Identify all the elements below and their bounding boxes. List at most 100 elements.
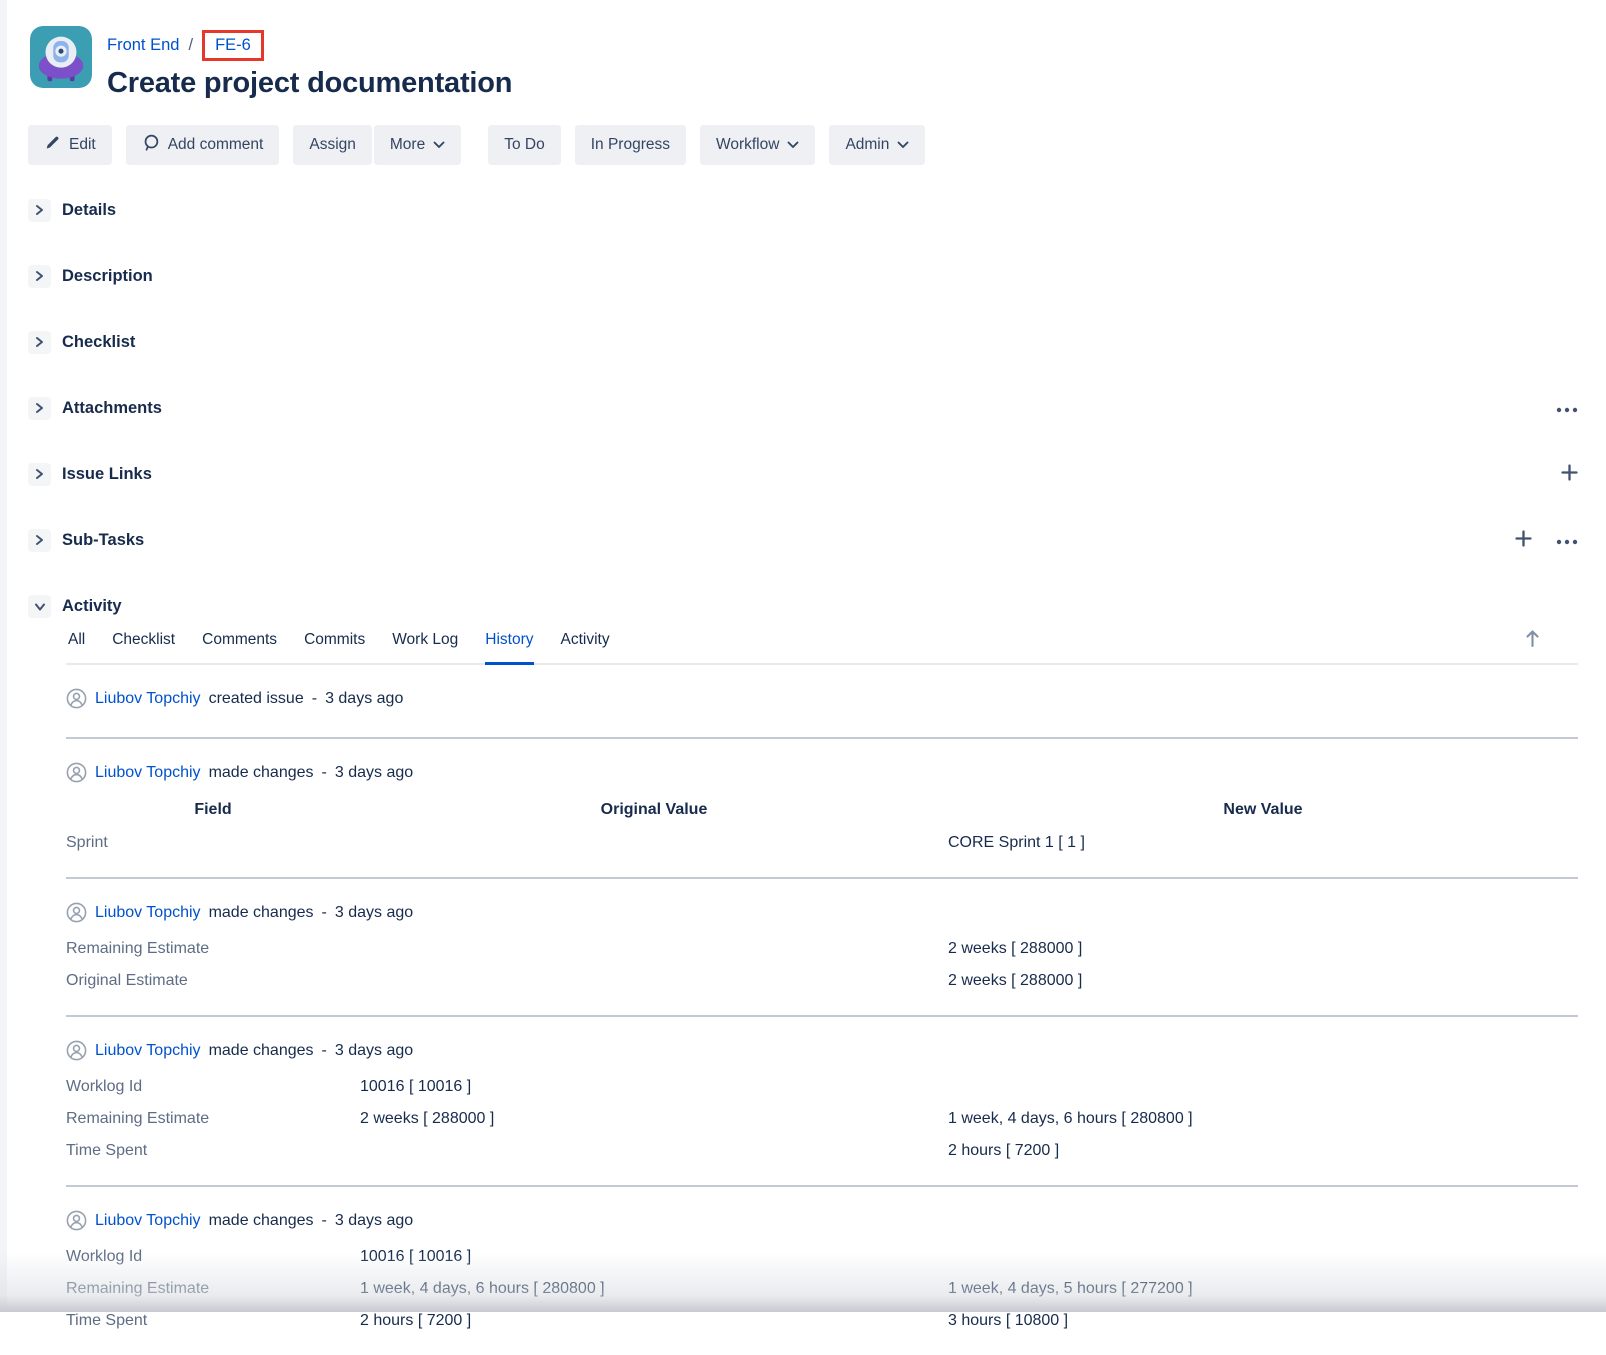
section-sub-tasks[interactable]: Sub-Tasks bbox=[28, 528, 1606, 552]
add-comment-button[interactable]: Add comment bbox=[126, 125, 280, 165]
tab-checklist[interactable]: Checklist bbox=[112, 631, 175, 663]
more-button[interactable]: More bbox=[374, 125, 461, 165]
field-name: Original Estimate bbox=[66, 965, 360, 997]
breadcrumb: Front End / FE-6 bbox=[107, 26, 512, 64]
history-entries: Liubov Topchiy created issue - 3 days ag… bbox=[66, 665, 1578, 1355]
user-avatar-icon bbox=[66, 762, 87, 783]
section-checklist[interactable]: Checklist bbox=[28, 330, 1606, 354]
user-link[interactable]: Liubov Topchiy bbox=[95, 690, 201, 708]
history-row: Time Spent 2 hours [ 7200 ] bbox=[66, 1135, 1578, 1167]
user-link[interactable]: Liubov Topchiy bbox=[95, 1212, 201, 1230]
column-header-field: Field bbox=[66, 793, 360, 827]
user-avatar-icon bbox=[66, 1040, 87, 1061]
user-link[interactable]: Liubov Topchiy bbox=[95, 904, 201, 922]
column-header-new-value: New Value bbox=[948, 793, 1578, 827]
history-row: Remaining Estimate 1 week, 4 days, 6 hou… bbox=[66, 1273, 1578, 1305]
history-entry: Liubov Topchiy created issue - 3 days ag… bbox=[66, 665, 1578, 737]
field-name: Sprint bbox=[66, 827, 360, 859]
field-name: Remaining Estimate bbox=[66, 933, 360, 965]
breadcrumb-separator: / bbox=[188, 36, 193, 55]
user-avatar-icon bbox=[66, 902, 87, 923]
new-value: 2 hours [ 7200 ] bbox=[948, 1135, 1578, 1167]
section-attachments[interactable]: Attachments bbox=[28, 396, 1606, 420]
activity-tabs: All Checklist Comments Commits Work Log … bbox=[66, 631, 1578, 665]
add-issue-link-button[interactable] bbox=[1559, 462, 1580, 486]
section-activity[interactable]: Activity bbox=[28, 594, 1606, 618]
sub-tasks-more-options-button[interactable] bbox=[1554, 531, 1580, 550]
section-details[interactable]: Details bbox=[28, 198, 1606, 222]
tab-all[interactable]: All bbox=[68, 631, 85, 663]
history-entry: Liubov Topchiy made changes - 3 days ago… bbox=[66, 737, 1578, 877]
new-value: 2 weeks [ 288000 ] bbox=[948, 933, 1578, 965]
history-row: Time Spent 2 hours [ 7200 ] 3 hours [ 10… bbox=[66, 1305, 1578, 1337]
user-avatar-icon bbox=[66, 1210, 87, 1231]
page-title: Create project documentation bbox=[107, 67, 512, 100]
history-row: Worklog Id 10016 [ 10016 ] bbox=[66, 1071, 1578, 1103]
chevron-down-icon bbox=[433, 136, 445, 154]
ellipsis-icon bbox=[1556, 533, 1578, 548]
chevron-down-icon bbox=[787, 136, 799, 154]
section-issue-links[interactable]: Issue Links bbox=[28, 462, 1606, 486]
add-sub-task-button[interactable] bbox=[1513, 528, 1534, 552]
entry-separator: - bbox=[322, 1042, 327, 1060]
new-value: 3 hours [ 10800 ] bbox=[948, 1305, 1578, 1337]
plus-icon bbox=[1561, 464, 1578, 484]
tab-comments[interactable]: Comments bbox=[202, 631, 277, 663]
section-label-sub-tasks: Sub-Tasks bbox=[62, 531, 144, 550]
issue-toolbar: Edit Add comment Assign More To Do In Pr… bbox=[28, 125, 1606, 165]
entry-action: made changes bbox=[209, 1042, 314, 1060]
entry-action: made changes bbox=[209, 764, 314, 782]
plus-icon bbox=[1515, 530, 1532, 550]
page-gutter bbox=[0, 0, 7, 1312]
entry-separator: - bbox=[312, 690, 317, 708]
arrow-up-icon bbox=[1525, 629, 1540, 653]
new-value: 1 week, 4 days, 5 hours [ 277200 ] bbox=[948, 1273, 1578, 1305]
in-progress-transition-button[interactable]: In Progress bbox=[575, 125, 686, 165]
chevron-right-icon[interactable] bbox=[28, 199, 51, 222]
breadcrumb-issue-link[interactable]: FE-6 bbox=[215, 36, 251, 54]
admin-button[interactable]: Admin bbox=[829, 125, 925, 165]
section-label-checklist: Checklist bbox=[62, 333, 135, 352]
ellipsis-icon bbox=[1556, 401, 1578, 416]
scroll-to-top-button[interactable] bbox=[1523, 627, 1542, 655]
breadcrumb-project-link[interactable]: Front End bbox=[107, 36, 179, 55]
user-avatar-icon bbox=[66, 688, 87, 709]
section-label-activity: Activity bbox=[62, 597, 122, 616]
tab-history[interactable]: History bbox=[485, 631, 533, 665]
chevron-down-icon[interactable] bbox=[28, 595, 51, 618]
entry-separator: - bbox=[322, 904, 327, 922]
comment-bubble-icon bbox=[142, 133, 160, 157]
section-label-details: Details bbox=[62, 201, 116, 220]
chevron-right-icon[interactable] bbox=[28, 265, 51, 288]
section-description[interactable]: Description bbox=[28, 264, 1606, 288]
chevron-right-icon[interactable] bbox=[28, 463, 51, 486]
new-value: 1 week, 4 days, 6 hours [ 280800 ] bbox=[948, 1103, 1578, 1135]
history-entry: Liubov Topchiy made changes - 3 days ago… bbox=[66, 1015, 1578, 1185]
field-name: Time Spent bbox=[66, 1305, 360, 1337]
pencil-icon bbox=[44, 134, 61, 156]
tab-commits[interactable]: Commits bbox=[304, 631, 365, 663]
user-link[interactable]: Liubov Topchiy bbox=[95, 764, 201, 782]
original-value bbox=[360, 827, 948, 859]
chevron-right-icon[interactable] bbox=[28, 397, 51, 420]
assign-button[interactable]: Assign bbox=[293, 125, 372, 165]
field-name: Worklog Id bbox=[66, 1071, 360, 1103]
tab-activity[interactable]: Activity bbox=[561, 631, 610, 663]
chevron-right-icon[interactable] bbox=[28, 331, 51, 354]
column-header-original-value: Original Value bbox=[360, 793, 948, 827]
history-table-header: Field Original Value New Value bbox=[66, 793, 1578, 827]
user-link[interactable]: Liubov Topchiy bbox=[95, 1042, 201, 1060]
field-name: Remaining Estimate bbox=[66, 1103, 360, 1135]
original-value bbox=[360, 965, 948, 997]
workflow-button[interactable]: Workflow bbox=[700, 125, 815, 165]
original-value: 1 week, 4 days, 6 hours [ 280800 ] bbox=[360, 1273, 948, 1305]
attachments-more-options-button[interactable] bbox=[1554, 399, 1580, 418]
tab-work-log[interactable]: Work Log bbox=[392, 631, 458, 663]
todo-transition-button[interactable]: To Do bbox=[488, 125, 561, 165]
section-label-issue-links: Issue Links bbox=[62, 465, 152, 484]
edit-button[interactable]: Edit bbox=[28, 125, 112, 165]
chevron-right-icon[interactable] bbox=[28, 529, 51, 552]
entry-action: created issue bbox=[209, 690, 304, 708]
issue-key-highlight-box: FE-6 bbox=[202, 30, 264, 61]
new-value bbox=[948, 1241, 1578, 1273]
